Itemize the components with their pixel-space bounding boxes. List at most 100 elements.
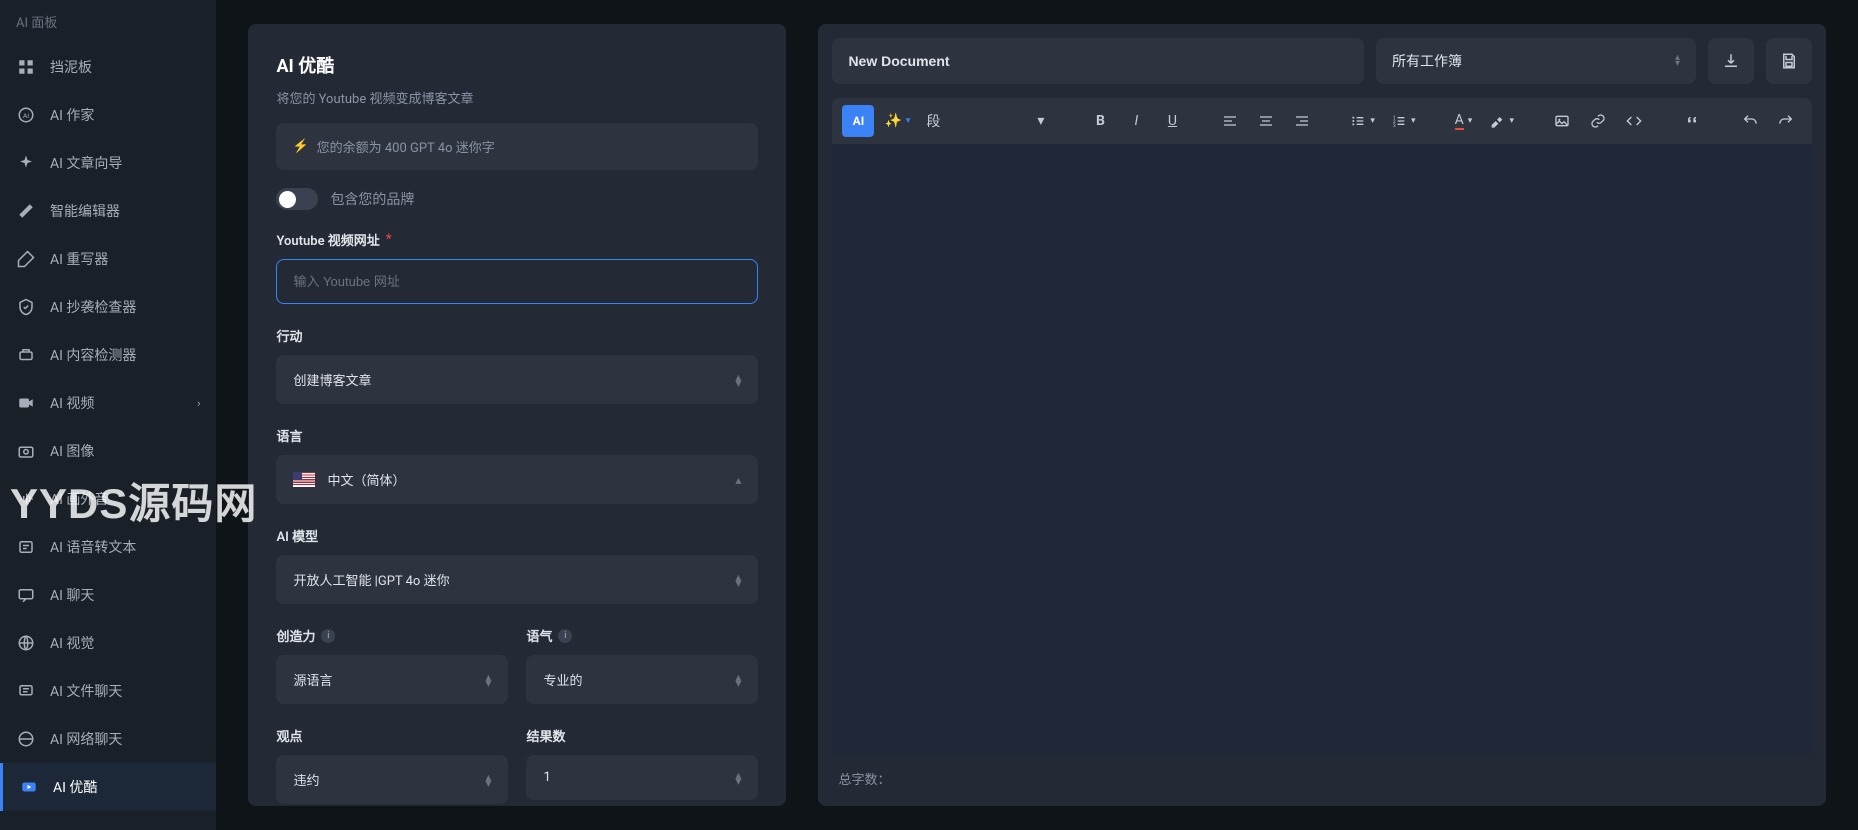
brand-toggle[interactable] — [276, 188, 318, 210]
youtube-url-input[interactable] — [276, 259, 758, 304]
creativity-label: 创造力 i — [276, 626, 508, 645]
sidebar-item-video[interactable]: AI 视频 › — [0, 379, 216, 427]
code-button[interactable] — [1618, 105, 1650, 137]
info-icon: i — [558, 629, 572, 643]
paragraph-select[interactable]: 段▾ — [920, 111, 1050, 131]
balance-text: 您的余额为 400 GPT 4o 迷你字 — [317, 137, 495, 156]
chevron-updown-icon: ▴▾ — [735, 574, 741, 586]
file-chat-icon — [16, 681, 36, 701]
editor-panel: 所有工作簿 ▴▾ AI ✨▾ 段▾ B I U ▾ — [818, 24, 1826, 806]
sidebar-item-plagiarism[interactable]: AI 抄袭检查器 — [0, 283, 216, 331]
model-select[interactable]: 开放人工智能 |GPT 4o 迷你 ▴▾ — [276, 555, 758, 604]
sidebar-item-label: 智能编辑器 — [50, 201, 120, 221]
pov-select[interactable]: 违约 ▴▾ — [276, 755, 508, 804]
ai-button[interactable]: AI — [842, 105, 874, 137]
sidebar-item-dashboard[interactable]: 挡泥板 — [0, 43, 216, 91]
chevron-updown-icon: ▴▾ — [485, 774, 491, 786]
action-label: 行动 — [276, 326, 758, 345]
sidebar-item-filechat[interactable]: AI 文件聊天 — [0, 667, 216, 715]
number-list-button[interactable]: 123▾ — [1385, 105, 1422, 137]
chevron-updown-icon: ▴▾ — [735, 772, 741, 784]
model-label: AI 模型 — [276, 526, 758, 545]
bullet-list-button[interactable]: ▾ — [1344, 105, 1381, 137]
main: AI 优酷 将您的 Youtube 视频变成博客文章 ⚡ 您的余额为 400 G… — [216, 0, 1858, 830]
sidebar-item-voiceover[interactable]: AI 画外音 › — [0, 475, 216, 523]
sidebar-item-label: AI 内容检测器 — [50, 345, 136, 365]
page-subtitle: 将您的 Youtube 视频变成博客文章 — [276, 88, 758, 107]
sidebar-item-chat[interactable]: AI 聊天 — [0, 571, 216, 619]
sparkle-icon — [16, 153, 36, 173]
underline-button[interactable]: U — [1156, 105, 1188, 137]
document-name-input[interactable] — [832, 38, 1364, 84]
chevron-right-icon: › — [197, 397, 200, 410]
sidebar-item-editor[interactable]: 智能编辑器 — [0, 187, 216, 235]
editor-content[interactable] — [832, 144, 1812, 755]
action-select[interactable]: 创建博客文章 ▴▾ — [276, 355, 758, 404]
svg-text:3: 3 — [1393, 123, 1396, 129]
video-icon — [16, 393, 36, 413]
sidebar-item-label: AI 网络聊天 — [50, 729, 122, 749]
word-count: 总字数： — [832, 755, 1812, 792]
sidebar-item-rewriter[interactable]: AI 重写器 — [0, 235, 216, 283]
sidebar-item-label: 挡泥板 — [50, 57, 92, 77]
sidebar-item-image[interactable]: AI 图像 — [0, 427, 216, 475]
results-select[interactable]: 1 ▴▾ — [526, 755, 758, 800]
results-label: 结果数 — [526, 726, 758, 745]
redo-button[interactable] — [1770, 105, 1802, 137]
sidebar-item-label: AI 抄袭检查器 — [50, 297, 136, 317]
chevron-updown-icon: ▴▾ — [485, 674, 491, 686]
sidebar-header: AI 面板 — [0, 12, 216, 43]
info-icon: i — [321, 629, 335, 643]
bolt-icon: ⚡ — [292, 139, 308, 154]
download-button[interactable] — [1708, 38, 1754, 84]
svg-text:AI: AI — [23, 112, 29, 120]
language-select[interactable]: 中文（简体） ▴ — [276, 455, 758, 504]
required-mark: * — [386, 232, 392, 247]
audio-icon — [16, 489, 36, 509]
image-button[interactable] — [1546, 105, 1578, 137]
sidebar-item-writer[interactable]: AI AI 作家 — [0, 91, 216, 139]
sidebar-item-stt[interactable]: AI 语音转文本 — [0, 523, 216, 571]
save-button[interactable] — [1766, 38, 1812, 84]
balance-info: ⚡ 您的余额为 400 GPT 4o 迷你字 — [276, 123, 758, 170]
dashboard-icon — [16, 57, 36, 77]
sidebar-item-youku[interactable]: AI 优酷 — [0, 763, 216, 811]
chevron-right-icon: › — [197, 493, 200, 506]
sidebar-item-label: AI 重写器 — [50, 249, 108, 269]
link-button[interactable] — [1582, 105, 1614, 137]
pov-label: 观点 — [276, 726, 508, 745]
shield-icon — [16, 297, 36, 317]
chevron-updown-icon: ▴▾ — [735, 374, 741, 386]
sidebar-item-label: AI 语音转文本 — [50, 537, 136, 557]
sidebar-item-wizard[interactable]: AI 文章向导 — [0, 139, 216, 187]
italic-button[interactable]: I — [1120, 105, 1152, 137]
brand-toggle-row: 包含您的品牌 — [276, 188, 758, 210]
align-left-button[interactable] — [1214, 105, 1246, 137]
creativity-select[interactable]: 源语言 ▴▾ — [276, 655, 508, 704]
undo-button[interactable] — [1734, 105, 1766, 137]
brand-toggle-label: 包含您的品牌 — [330, 189, 414, 209]
chevron-updown-icon: ▴▾ — [1675, 55, 1680, 67]
magic-button[interactable]: ✨▾ — [878, 105, 916, 137]
sidebar-item-vision[interactable]: AI 视觉 — [0, 619, 216, 667]
chevron-up-icon: ▴ — [735, 477, 741, 483]
workbook-select[interactable]: 所有工作簿 ▴▾ — [1376, 38, 1696, 84]
chat-icon — [16, 585, 36, 605]
quote-button[interactable] — [1676, 105, 1708, 137]
highlight-button[interactable]: ▾ — [1483, 105, 1520, 137]
tone-select[interactable]: 专业的 ▴▾ — [526, 655, 758, 704]
align-right-button[interactable] — [1286, 105, 1318, 137]
web-icon — [16, 729, 36, 749]
lang-label: 语言 — [276, 426, 758, 445]
bold-button[interactable]: B — [1084, 105, 1116, 137]
pen-icon — [16, 201, 36, 221]
camera-icon — [16, 441, 36, 461]
sidebar-item-webchat[interactable]: AI 网络聊天 — [0, 715, 216, 763]
sidebar-item-detector[interactable]: AI 内容检测器 — [0, 331, 216, 379]
sidebar-item-label: AI 视频 — [50, 393, 94, 413]
sidebar-item-label: AI 画外音 — [50, 489, 108, 509]
align-center-button[interactable] — [1250, 105, 1282, 137]
sidebar-item-label: AI 图像 — [50, 441, 94, 461]
tone-label: 语气 i — [526, 626, 758, 645]
text-color-button[interactable]: A▾ — [1447, 105, 1479, 137]
